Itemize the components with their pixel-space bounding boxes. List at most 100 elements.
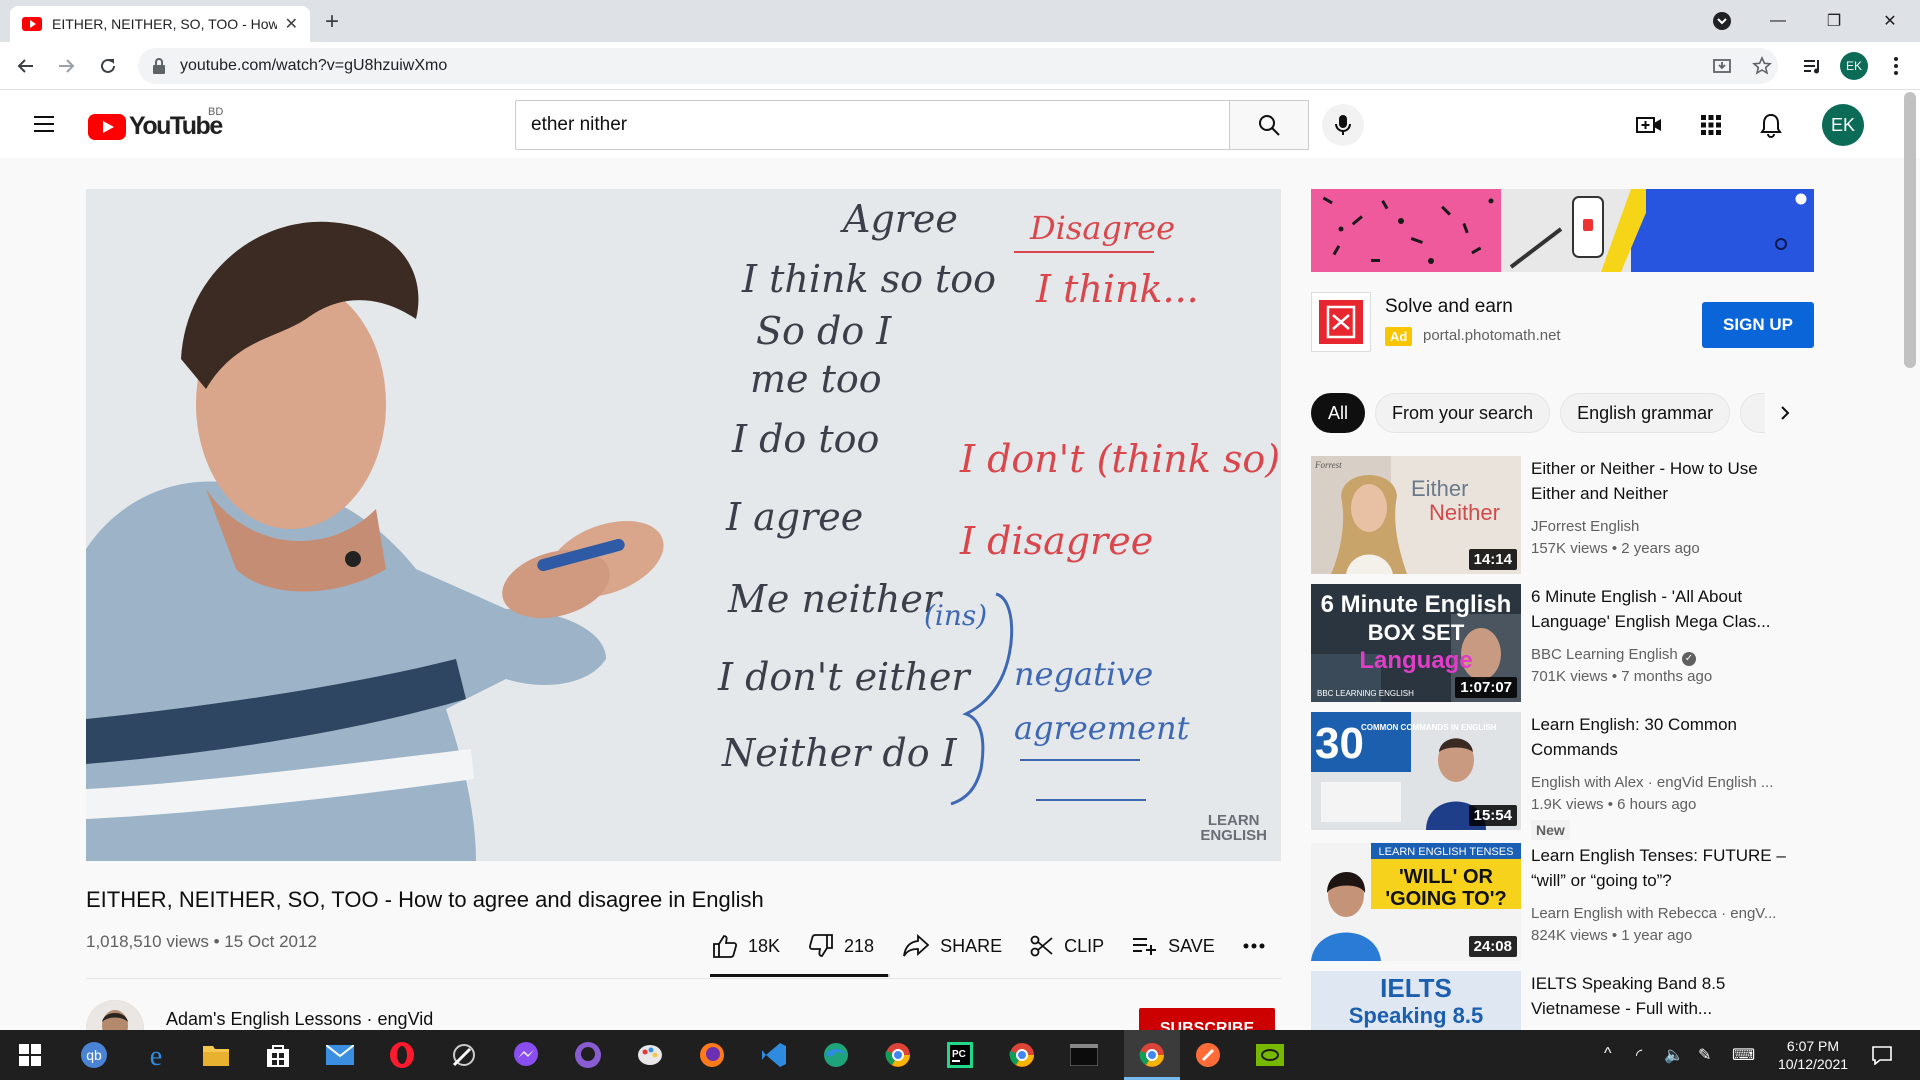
browser-tab[interactable]: EITHER, NEITHER, SO, TOO - How to agree … [10, 6, 310, 42]
recommendation-channel[interactable]: BBC Learning English ✓ [1531, 646, 1801, 666]
clock-date: 10/12/2021 [1777, 1056, 1849, 1072]
clip-label: CLIP [1064, 935, 1105, 956]
recommendation-item[interactable]: Either Neither Forrest 14:14 Either or N… [1311, 456, 1814, 574]
like-button[interactable]: 18K [712, 933, 780, 959]
dislike-count: 218 [844, 935, 875, 956]
youtube-logo[interactable]: YouTube BD [88, 106, 223, 141]
video-thumbnail[interactable]: LEARN ENGLISH TENSES 'WILL' OR 'GOING TO… [1311, 843, 1521, 961]
keyboard-icon[interactable]: ⌨ [1732, 1045, 1755, 1065]
browser-menu-icon[interactable] [1884, 54, 1908, 78]
install-app-icon[interactable] [1710, 54, 1734, 78]
whiteboard-line-8: Neither do I [722, 731, 957, 775]
pen-icon[interactable]: ✎ [1698, 1045, 1711, 1065]
thumbs-down-icon [809, 934, 833, 957]
apps-grid-icon[interactable] [1698, 112, 1724, 138]
new-tab-icon[interactable]: + [325, 8, 339, 36]
bookmark-star-icon[interactable] [1750, 54, 1774, 78]
chip-english-grammar[interactable]: English grammar [1560, 393, 1731, 433]
chips-next-icon[interactable] [1765, 393, 1805, 433]
qbittorrent-icon[interactable]: qb [78, 1039, 110, 1071]
volume-icon[interactable]: 🔈 [1664, 1045, 1684, 1065]
recommendation-title[interactable]: Learn English Tenses: FUTURE – “will” or… [1531, 843, 1801, 893]
forward-icon[interactable] [54, 54, 78, 78]
share-icon [903, 934, 930, 957]
restore-icon[interactable]: ❐ [1806, 0, 1862, 42]
reload-icon[interactable] [96, 54, 120, 78]
taskbar-clock[interactable]: 6:07 PM 10/12/2021 [1768, 1037, 1858, 1073]
browser-profile-avatar[interactable]: EK [1840, 52, 1868, 80]
video-thumbnail[interactable]: Either Neither Forrest 14:14 [1311, 456, 1521, 574]
channel-name[interactable]: Adam's English Lessons · engVid [166, 1009, 433, 1030]
back-icon[interactable] [14, 54, 38, 78]
thumb-text-will: 'WILL' OR [1399, 866, 1493, 888]
video-thumbnail[interactable]: IELTS Speaking 8.5 [1311, 971, 1521, 1030]
search-input[interactable] [516, 114, 1268, 136]
close-window-icon[interactable]: ✕ [1862, 0, 1918, 42]
page-scrollbar[interactable] [1904, 92, 1916, 368]
notifications-bell-icon[interactable] [1758, 112, 1784, 138]
opera-icon[interactable] [386, 1039, 418, 1071]
chrome-profile-icon[interactable] [882, 1039, 914, 1071]
create-video-icon[interactable] [1636, 112, 1662, 138]
recommendation-item[interactable]: LEARN ENGLISH TENSES 'WILL' OR 'GOING TO… [1311, 843, 1814, 961]
search-button[interactable] [1229, 100, 1309, 150]
microsoft-store-icon[interactable] [262, 1039, 294, 1071]
satellite-app-icon[interactable] [448, 1039, 480, 1071]
paint-icon[interactable] [634, 1039, 666, 1071]
ad-banner-image[interactable] [1311, 189, 1814, 272]
recommendation-title[interactable]: IELTS Speaking Band 8.5 Vietnamese - Ful… [1531, 971, 1801, 1021]
github-desktop-icon[interactable] [572, 1039, 604, 1071]
recommendation-channel[interactable]: Learn English with Rebecca · engV... [1531, 905, 1801, 922]
windows-start-icon[interactable] [14, 1039, 46, 1071]
media-queue-icon[interactable] [1800, 54, 1824, 78]
save-button[interactable]: SAVE [1132, 935, 1215, 957]
recommendation-channel[interactable]: English with Alex · engVid English ... [1531, 774, 1801, 791]
notifications-icon[interactable] [1872, 1045, 1892, 1065]
edge-icon[interactable] [820, 1039, 852, 1071]
video-thumbnail[interactable]: 30 COMMON COMMANDS IN ENGLISH 15:54 [1311, 712, 1521, 830]
microphone-icon [1335, 115, 1351, 135]
vscode-icon[interactable] [758, 1039, 790, 1071]
nvidia-icon[interactable] [1254, 1039, 1286, 1071]
messenger-icon[interactable] [510, 1039, 542, 1071]
recommendation-title[interactable]: Learn English: 30 Common Commands [1531, 712, 1801, 762]
file-explorer-icon[interactable] [200, 1039, 232, 1071]
edge-legacy-icon[interactable]: e [140, 1039, 172, 1071]
chrome-icon[interactable] [1006, 1039, 1038, 1071]
voice-search-button[interactable] [1322, 104, 1364, 146]
recommendation-item[interactable]: 30 COMMON COMMANDS IN ENGLISH 15:54 Lear… [1311, 712, 1814, 840]
menu-icon[interactable] [32, 112, 56, 136]
more-actions-icon[interactable] [1243, 943, 1275, 949]
video-thumbnail[interactable]: 6 Minute English BOX SET Language BBC LE… [1311, 584, 1521, 702]
address-bar[interactable]: youtube.com/watch?v=gU8hzuiwXmo [138, 48, 1778, 84]
recommendation-channel[interactable]: JForrest English [1531, 518, 1801, 535]
tab-close-icon[interactable]: ✕ [285, 14, 298, 34]
recommendation-item[interactable]: 6 Minute English BOX SET Language BBC LE… [1311, 584, 1814, 702]
share-button[interactable]: SHARE [902, 934, 1002, 958]
chrome-active-icon[interactable] [1136, 1039, 1168, 1071]
network-icon[interactable]: ◜ [1636, 1045, 1642, 1065]
thumb-text-box-set: BOX SET [1368, 620, 1465, 645]
show-hidden-icons[interactable]: ^ [1604, 1045, 1612, 1063]
recommendation-title[interactable]: 6 Minute English - 'All About Language' … [1531, 584, 1801, 634]
mail-icon[interactable] [324, 1039, 356, 1071]
video-player[interactable]: Agree Disagree I think so too I think...… [86, 189, 1281, 861]
pycharm-icon[interactable]: PC [944, 1039, 976, 1071]
thumb-text-commands: COMMON COMMANDS IN ENGLISH [1361, 723, 1497, 732]
view-count: 1,018,510 views [86, 932, 209, 951]
chip-from-your-search[interactable]: From your search [1375, 393, 1551, 433]
firefox-icon[interactable] [696, 1039, 728, 1071]
minimize-icon[interactable]: — [1750, 0, 1806, 42]
account-avatar[interactable]: EK [1822, 104, 1864, 146]
dislike-button[interactable]: 218 [808, 933, 874, 959]
terminal-icon[interactable] [1068, 1039, 1100, 1071]
chip-all[interactable]: All [1311, 393, 1366, 433]
sign-up-button[interactable]: SIGN UP [1702, 302, 1814, 348]
postman-icon[interactable] [1192, 1039, 1224, 1071]
recommendation-item[interactable]: IELTS Speaking 8.5 IELTS Speaking Band 8… [1311, 971, 1814, 1030]
filter-chips: All From your search English grammar [1311, 393, 1814, 433]
recommendation-title[interactable]: Either or Neither - How to Use Either an… [1531, 456, 1801, 506]
tab-search-icon[interactable] [1694, 0, 1750, 42]
whiteboard-line-5: I agree [726, 495, 864, 539]
clip-button[interactable]: CLIP [1030, 934, 1104, 958]
